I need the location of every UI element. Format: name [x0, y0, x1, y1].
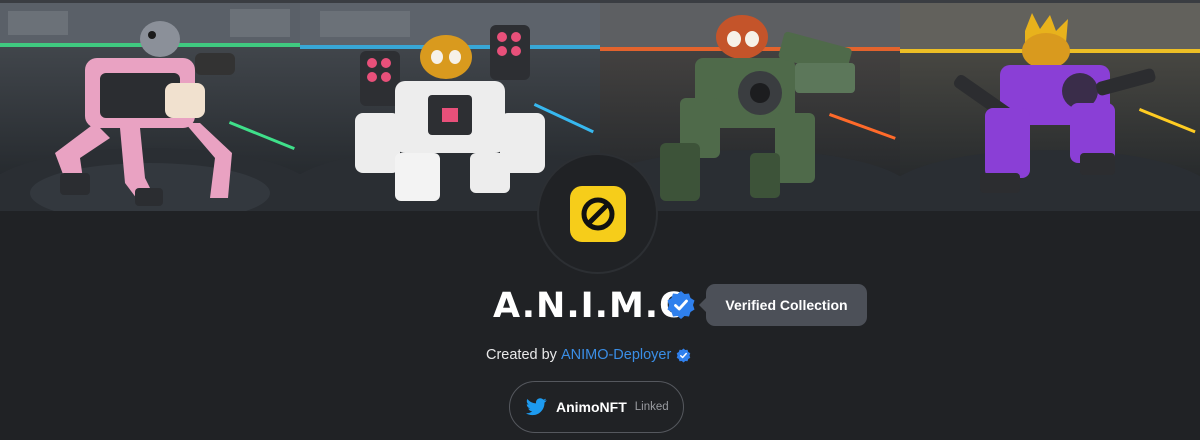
creator-line: Created by ANIMO-Deployer: [486, 344, 691, 366]
verified-collection-tooltip: Verified Collection: [699, 284, 867, 326]
twitter-link-button[interactable]: AnimoNFT Linked: [509, 381, 684, 433]
collection-title: A.N.I.M.O: [493, 286, 690, 326]
banner-image-purple-robot: [900, 3, 1200, 211]
twitter-icon: [526, 398, 547, 416]
banner-image-pink-robot: [0, 3, 300, 211]
creator-link[interactable]: ANIMO-Deployer: [561, 347, 671, 363]
twitter-handle: AnimoNFT: [556, 399, 627, 415]
creator-verified-icon: [677, 348, 691, 362]
linked-status: Linked: [634, 401, 669, 413]
verified-badge-icon[interactable]: [666, 290, 696, 320]
animo-logo-icon: [569, 185, 626, 242]
creator-prefix: Created by: [486, 347, 557, 363]
collection-logo[interactable]: [537, 153, 658, 274]
